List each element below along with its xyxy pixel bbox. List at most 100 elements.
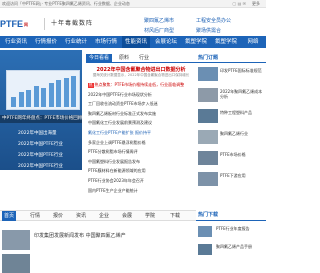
nav-item[interactable]: 行情报价: [32, 36, 60, 48]
thumbnail-image[interactable]: [198, 244, 212, 255]
thumbnail-image[interactable]: [198, 130, 218, 144]
thumbnail-image[interactable]: [198, 88, 218, 102]
site-header: PTFE网 十年毒截数阵 聚四氟乙烯市 工程安全员办公 材风后厂商型 聚场供需合: [0, 8, 266, 36]
right-lower-item-text[interactable]: 聚四氟乙烯产品手册: [216, 244, 264, 254]
section-nav-item[interactable]: 报价: [53, 211, 63, 221]
news-item[interactable]: 氟化工行业PTFE产能扩张 报价持平: [88, 128, 194, 138]
news-item-text[interactable]: 2022年中国PTFE行业市场现状分析: [88, 92, 152, 97]
section-nav-item[interactable]: 学院: [145, 211, 155, 221]
section-nav: 首页 行情 报价 资讯 企业 会展 学院 下载: [0, 210, 196, 221]
section-nav-item[interactable]: 资讯: [76, 211, 86, 221]
news-item[interactable]: 热热点聚焦：PTFE市场价格持续走低，行业面临调整: [88, 80, 194, 90]
nav-item[interactable]: 氟塑学院: [182, 36, 210, 48]
hero-caption[interactable]: 中PTFE网年终盘点：PTFE市场价格回顾: [0, 115, 82, 123]
right-panel: 热门订题 印发PTFE国际标准规范 2022年聚四氟乙烯成本分析 特种工程塑料产…: [196, 50, 266, 202]
top-bar: 欢迎访问「中PTFE网」· 专业PTFE聚四氟乙烯资讯、行业数据、企业动态 ▢ …: [0, 0, 266, 8]
news-item[interactable]: 聚四氟乙烯板材行业标准正式发布实施: [88, 109, 194, 119]
news-item-text[interactable]: 中国氟塑料行业发展报告发布: [88, 159, 140, 164]
top-bar-welcome-text: 欢迎访问「中PTFE网」· 专业PTFE聚四氟乙烯资讯、行业数据、企业动态: [2, 1, 130, 6]
right-lower-item-text[interactable]: PTFE行业年度报告: [216, 226, 264, 236]
thumbnail-image[interactable]: [198, 226, 212, 237]
hero-panel[interactable]: 中PTFE网年终盘点：PTFE市场价格回顾 2022年中国出海量 2022年中国…: [0, 50, 82, 170]
headline-link[interactable]: 2022年中国含氟聚合物进出口数据分析: [88, 66, 194, 73]
top-bar-icons[interactable]: ▢ ▤ ✉: [233, 1, 246, 7]
right-item-text[interactable]: 聚四氟乙烯行业: [220, 131, 264, 141]
hero-chart-bar: [63, 78, 69, 107]
header-link[interactable]: 聚场供需合: [196, 27, 221, 34]
section-nav-item[interactable]: 会展: [122, 211, 132, 221]
center-tabs: 今日看看 原料 行业: [86, 54, 196, 63]
right-item-text[interactable]: PTFE下游应用: [220, 173, 264, 183]
news-item[interactable]: 中国氟塑料行业发展报告发布: [88, 157, 194, 167]
right-panel-header: 热门订题: [196, 54, 266, 63]
section-nav-item[interactable]: 行情: [30, 211, 40, 221]
hero-chart-image: [6, 70, 80, 110]
hero-list-item[interactable]: 2022年中国PTFE行业: [4, 150, 80, 161]
nav-item[interactable]: 氟塑学院: [212, 36, 240, 48]
header-link[interactable]: 材风后厂商型: [144, 27, 174, 34]
thumbnail-image[interactable]: [198, 109, 218, 123]
news-item[interactable]: 中国氟化工行业发展前景预测及建议: [88, 118, 194, 128]
news-item-text[interactable]: 国内PTFE生产企业产能统计: [88, 188, 138, 193]
news-item[interactable]: 国内PTFE生产企业产能统计: [88, 186, 194, 196]
nav-item[interactable]: 网络: [242, 36, 264, 48]
news-thumbnail[interactable]: [2, 254, 30, 273]
section-nav-item[interactable]: 企业: [99, 211, 109, 221]
headline-summary: 据海关统计数据显示，2022年中国含氟聚合物进出口保持增长: [92, 73, 190, 77]
right-lower-header: 热门下载: [196, 210, 266, 221]
right-item-text[interactable]: PTFE市场价格: [220, 152, 264, 162]
nav-item[interactable]: 会展论坛: [152, 36, 180, 48]
news-item-text[interactable]: 聚四氟乙烯板材行业标准正式发布实施: [88, 111, 156, 116]
thumbnail-image[interactable]: [198, 172, 218, 186]
logo-text: PTFE: [0, 19, 24, 29]
tab-today[interactable]: 今日看看: [86, 54, 113, 62]
news-item-text[interactable]: 热点聚焦：PTFE市场价格持续走低，行业面临调整: [95, 82, 185, 87]
news-item[interactable]: PTFE行业协会2023年年会召开: [88, 176, 194, 186]
news-item-text[interactable]: PTFE膜材料在新能源领域的应用: [88, 168, 146, 173]
news-item-text[interactable]: 多家企业上调PTFE悬浮树脂价格: [88, 140, 146, 145]
hero-list: 2022年中国出海量 2022年中国PTFE行业 2022年中国PTFE行业 2…: [4, 128, 80, 170]
section-nav-item[interactable]: 首页: [2, 211, 17, 221]
right-item-text[interactable]: 2022年聚四氟乙烯成本分析: [220, 89, 264, 99]
right-item-text[interactable]: 特种工程塑料产品: [220, 110, 264, 120]
hero-chart-bar: [41, 88, 46, 107]
thumbnail-image[interactable]: [198, 67, 218, 81]
hero-list-item[interactable]: 2022年中国PTFE行业: [4, 161, 80, 170]
top-bar-more-link[interactable]: 更多: [252, 1, 260, 7]
hero-chart-bar: [11, 97, 16, 107]
nav-item[interactable]: 行业资讯: [2, 36, 30, 48]
hero-chart-bar: [56, 80, 61, 107]
nav-item-active[interactable]: 性能资讯: [122, 36, 150, 48]
news-item-text[interactable]: 氟化工行业PTFE产能扩张 报价持平: [88, 130, 151, 135]
news-list: 热热点聚焦：PTFE市场价格持续走低，行业面临调整 2022年中国PTFE行业市场…: [88, 80, 194, 195]
lower-news-section: 印发集团发展新闻发布 中国聚四氟乙烯产: [0, 226, 196, 273]
lower-news-title[interactable]: 印发集团发展新闻发布 中国聚四氟乙烯产: [34, 232, 194, 239]
section-nav-item[interactable]: 下载: [170, 211, 180, 221]
thumbnail-image[interactable]: [198, 151, 218, 165]
news-item-text[interactable]: PTFE分散树脂市场行情周评: [88, 149, 138, 154]
right-lower-item[interactable]: 聚四氟乙烯产品手册: [196, 244, 266, 258]
news-item[interactable]: 工厂回收仓流动资金PTFE市场步入低迷: [88, 99, 194, 109]
news-item-text[interactable]: PTFE行业协会2023年年会召开: [88, 178, 144, 183]
news-item-text[interactable]: 工厂回收仓流动资金PTFE市场步入低迷: [88, 101, 158, 106]
header-link[interactable]: 聚四氟乙烯市: [144, 17, 174, 24]
news-item[interactable]: PTFE膜材料在新能源领域的应用: [88, 166, 194, 176]
news-item[interactable]: PTFE分散树脂市场行情周评: [88, 147, 194, 157]
right-lower-title: 热门下载: [198, 212, 219, 218]
news-thumbnail[interactable]: [2, 230, 30, 250]
news-item[interactable]: 2022年中国PTFE行业市场现状分析: [88, 90, 194, 100]
right-lower-item[interactable]: PTFE行业年度报告: [196, 226, 266, 240]
hero-chart-bar: [71, 76, 76, 107]
news-item-text[interactable]: 中国氟化工行业发展前景预测及建议: [88, 120, 152, 125]
news-item[interactable]: 多家企业上调PTFE悬浮树脂价格: [88, 138, 194, 148]
header-link[interactable]: 工程安全员办公: [196, 17, 231, 24]
hero-list-item[interactable]: 2022年中国出海量: [4, 128, 80, 139]
nav-item[interactable]: 行业统计: [62, 36, 90, 48]
right-item-text[interactable]: 印发PTFE国际标准规范: [220, 68, 264, 78]
hero-list-item[interactable]: 2022年中国PTFE行业: [4, 139, 80, 150]
site-logo[interactable]: PTFE网: [0, 18, 38, 30]
tab-material[interactable]: 原料: [116, 54, 132, 62]
tab-industry[interactable]: 行业: [136, 54, 152, 62]
hero-chart-bar: [33, 86, 39, 107]
nav-item[interactable]: 市场行情: [92, 36, 120, 48]
